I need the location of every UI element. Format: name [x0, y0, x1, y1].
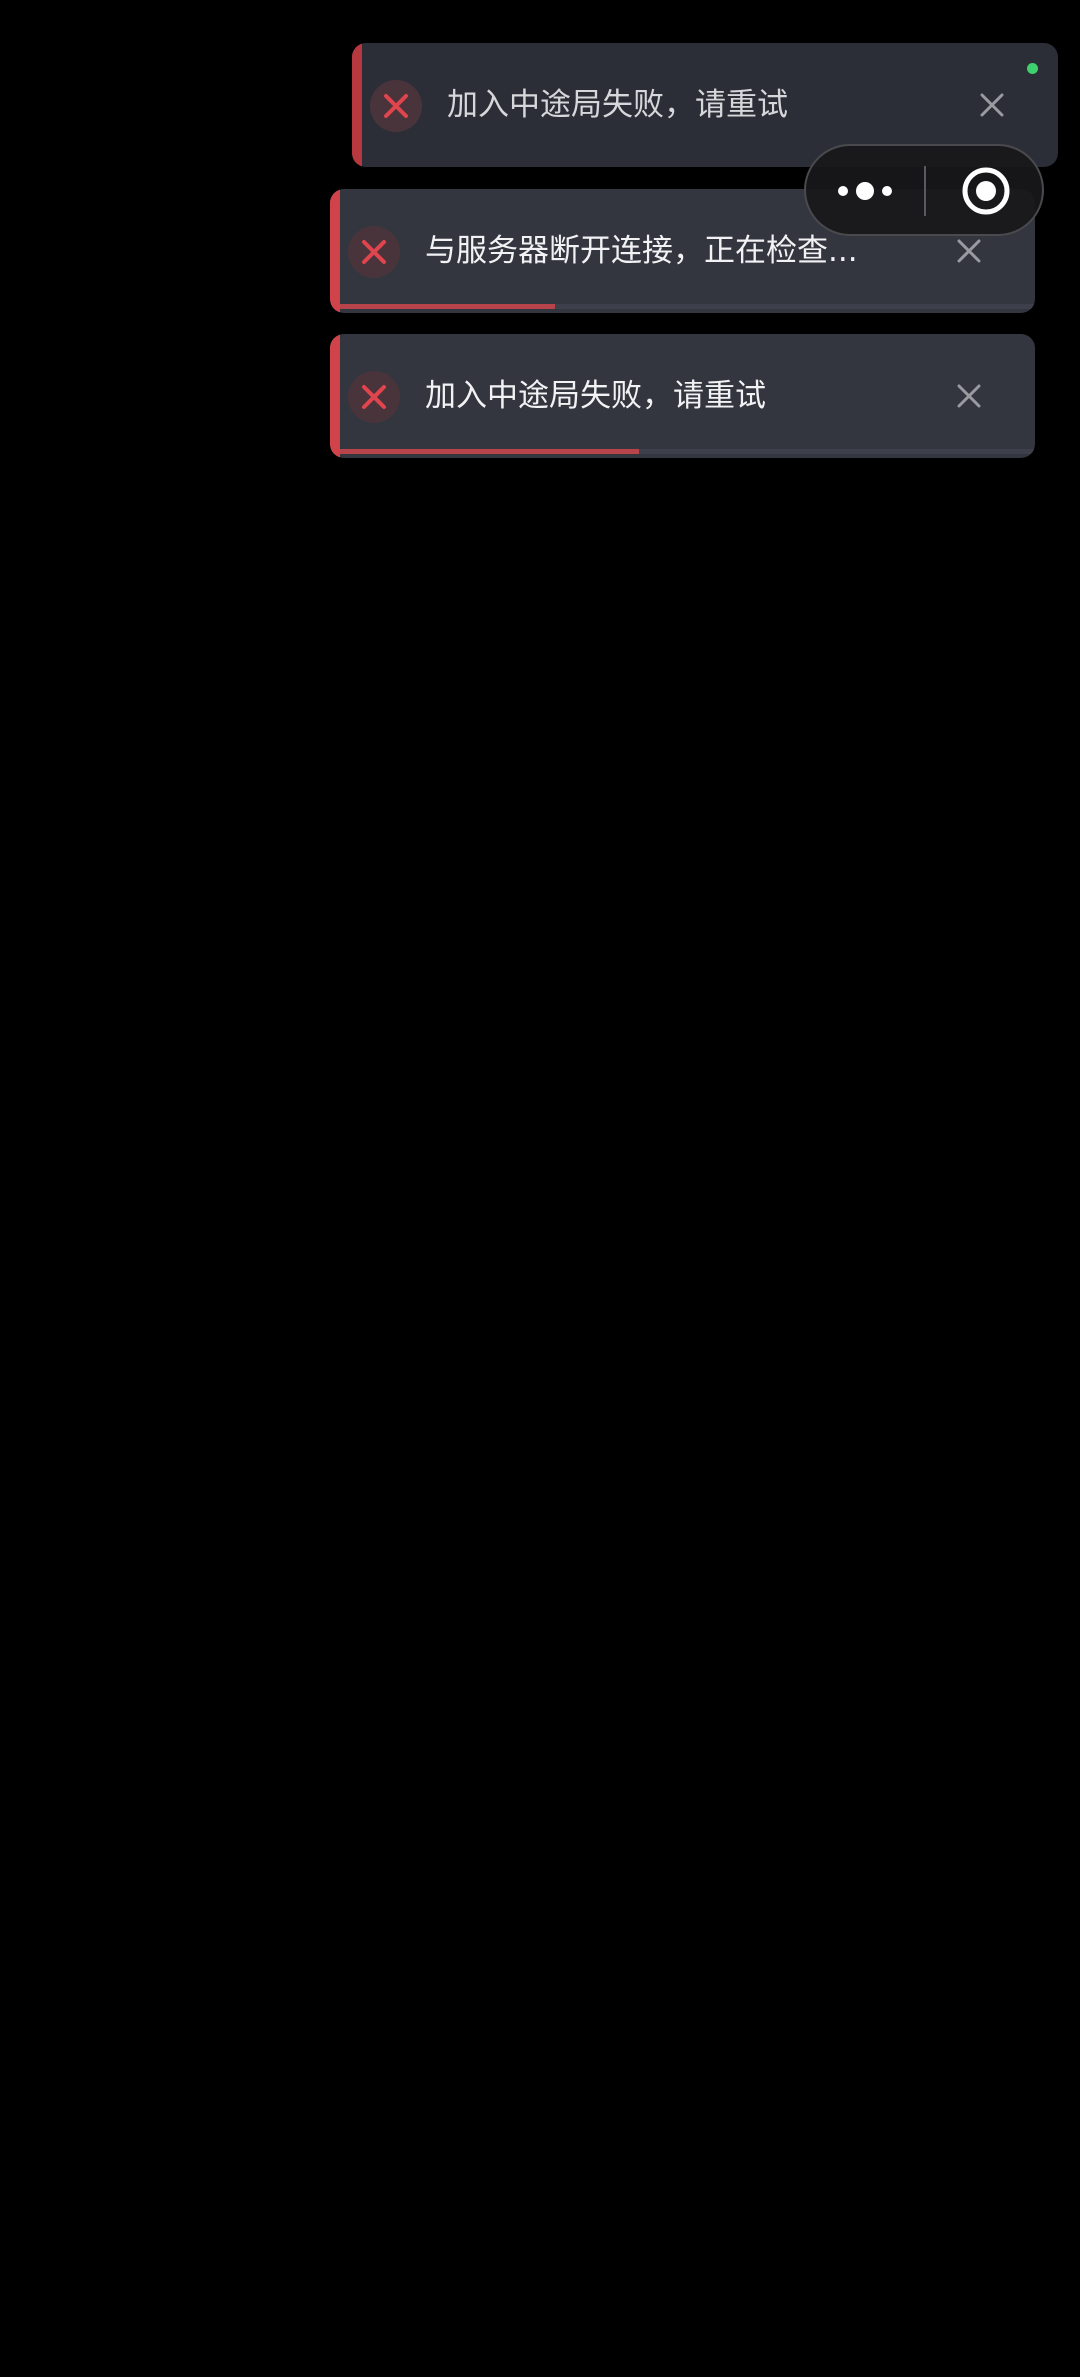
- toast-progress-track: [340, 449, 1035, 454]
- capsule-divider: [924, 166, 926, 216]
- toast-message: 加入中途局失败，请重试: [447, 87, 788, 123]
- close-icon: [980, 93, 1004, 117]
- online-status-dot: [1027, 63, 1038, 74]
- toast-accent-stripe: [352, 43, 362, 167]
- more-dots-icon: [838, 182, 892, 200]
- close-icon: [957, 384, 981, 408]
- toast-message: 与服务器断开连接，正在检查...: [425, 233, 858, 269]
- error-icon: [348, 226, 400, 278]
- error-icon: [370, 80, 422, 132]
- more-menu-button[interactable]: [816, 156, 916, 224]
- close-icon: [957, 239, 981, 263]
- toast-close-button[interactable]: [947, 374, 991, 418]
- toast-progress-fill: [340, 304, 556, 309]
- toast-accent-stripe: [330, 189, 340, 313]
- target-circle-icon: [962, 167, 1010, 215]
- error-icon: [348, 371, 400, 423]
- toast-accent-stripe: [330, 334, 340, 458]
- toast-progress-track: [340, 304, 1035, 309]
- toast-progress-fill: [340, 449, 639, 454]
- miniprogram-capsule: [804, 144, 1044, 236]
- error-toast: 加入中途局失败，请重试: [330, 334, 1035, 458]
- toast-message: 加入中途局失败，请重试: [425, 378, 766, 414]
- toast-close-button[interactable]: [970, 83, 1014, 127]
- exit-miniprogram-button[interactable]: [936, 156, 1036, 224]
